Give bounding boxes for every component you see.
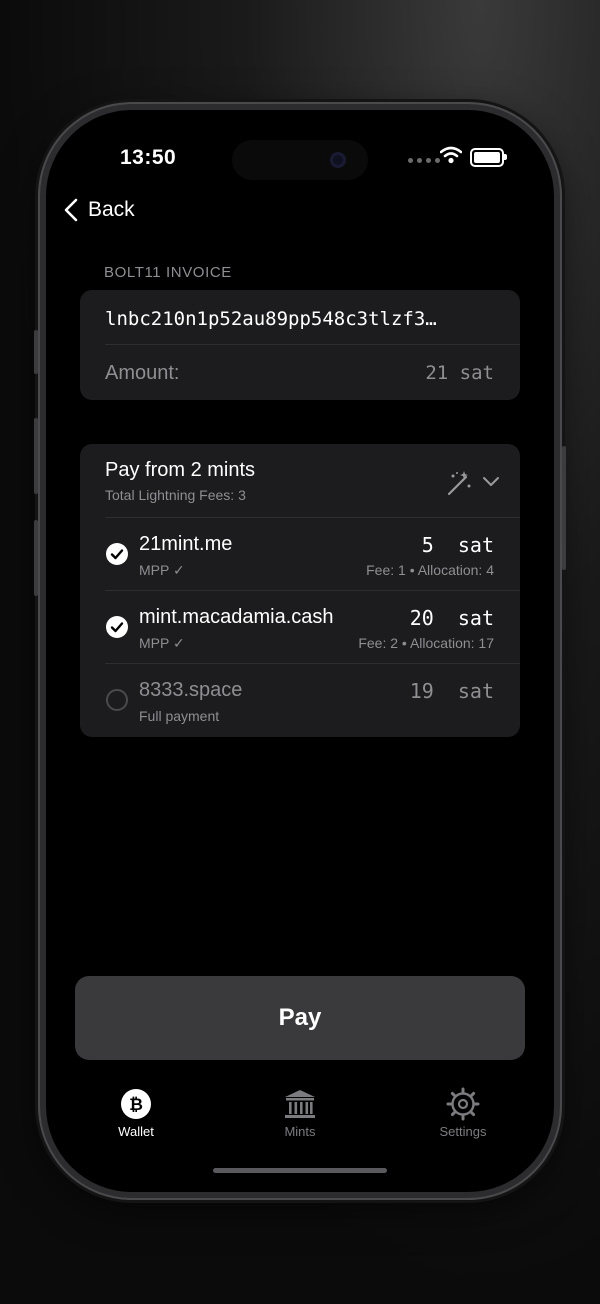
action-button xyxy=(34,330,38,374)
invoice-section-label: BOLT11 INVOICE xyxy=(104,264,232,281)
wifi-icon xyxy=(440,146,462,164)
invoice-text[interactable]: lnbc210n1p52au89pp548c3tlzf3… xyxy=(105,308,495,330)
mint-mode: MPP ✓ xyxy=(139,635,185,651)
mint-fee-allocation: Fee: 1 • Allocation: 4 xyxy=(366,562,494,578)
volume-down-button xyxy=(34,520,38,596)
tab-wallet[interactable]: ₿ Wallet xyxy=(91,1086,181,1139)
fees-subtitle: Total Lightning Fees: 3 xyxy=(105,487,246,503)
mint-amount: 19 sat xyxy=(409,679,494,703)
battery-icon xyxy=(470,148,507,167)
bitcoin-icon: ₿ xyxy=(121,1089,151,1119)
mint-row[interactable]: 8333.space Full payment 19 sat xyxy=(80,664,520,737)
power-button xyxy=(562,446,566,570)
empty-circle-icon[interactable] xyxy=(106,689,128,711)
payment-card: Pay from 2 mints Total Lightning Fees: 3… xyxy=(80,444,520,737)
chevron-down-icon[interactable] xyxy=(482,472,500,490)
magic-wand-icon[interactable] xyxy=(444,470,472,498)
screen: 13:50 Back BOLT11 INVOICE lnbc210n1p52au… xyxy=(46,110,554,1192)
invoice-card: lnbc210n1p52au89pp548c3tlzf3… Amount: 21… xyxy=(80,290,520,400)
back-button[interactable]: Back xyxy=(64,198,135,222)
mint-name: 8333.space xyxy=(139,679,243,701)
pay-button[interactable]: Pay xyxy=(75,976,525,1060)
tab-mints[interactable]: Mints xyxy=(255,1086,345,1139)
svg-text:₿: ₿ xyxy=(129,1095,143,1115)
back-label: Back xyxy=(88,198,135,221)
mint-row[interactable]: mint.macadamia.cash MPP ✓ 20 sat Fee: 2 … xyxy=(80,591,520,664)
mint-mode: Full payment xyxy=(139,708,220,724)
amount-label: Amount: xyxy=(105,362,180,384)
checkmark-circle-icon[interactable] xyxy=(106,616,128,638)
tab-label: Wallet xyxy=(118,1124,154,1139)
status-time: 13:50 xyxy=(120,146,177,169)
checkmark-circle-icon[interactable] xyxy=(106,543,128,565)
home-indicator[interactable] xyxy=(213,1168,387,1173)
mint-amount: 5 sat xyxy=(421,533,494,557)
amount-value: 21 sat xyxy=(425,362,494,384)
volume-up-button xyxy=(34,418,38,494)
tab-label: Settings xyxy=(439,1124,487,1139)
mint-name: mint.macadamia.cash xyxy=(139,606,334,628)
mint-row[interactable]: 21mint.me MPP ✓ 5 sat Fee: 1 • Allocatio… xyxy=(80,518,520,591)
tab-settings[interactable]: Settings xyxy=(418,1086,508,1139)
mint-mode: MPP ✓ xyxy=(139,562,185,578)
mint-fee-allocation: Fee: 2 • Allocation: 17 xyxy=(358,635,494,651)
pay-title: Pay from 2 mints xyxy=(105,459,256,481)
signal-icon xyxy=(408,158,440,163)
mint-amount: 20 sat xyxy=(409,606,494,630)
mint-name: 21mint.me xyxy=(139,533,233,555)
chevron-left-icon xyxy=(64,198,78,222)
camera-icon xyxy=(330,152,346,168)
dynamic-island xyxy=(232,140,368,180)
bank-icon xyxy=(285,1090,315,1118)
tab-label: Mints xyxy=(284,1124,316,1139)
gear-icon xyxy=(446,1087,480,1121)
divider xyxy=(105,344,520,345)
